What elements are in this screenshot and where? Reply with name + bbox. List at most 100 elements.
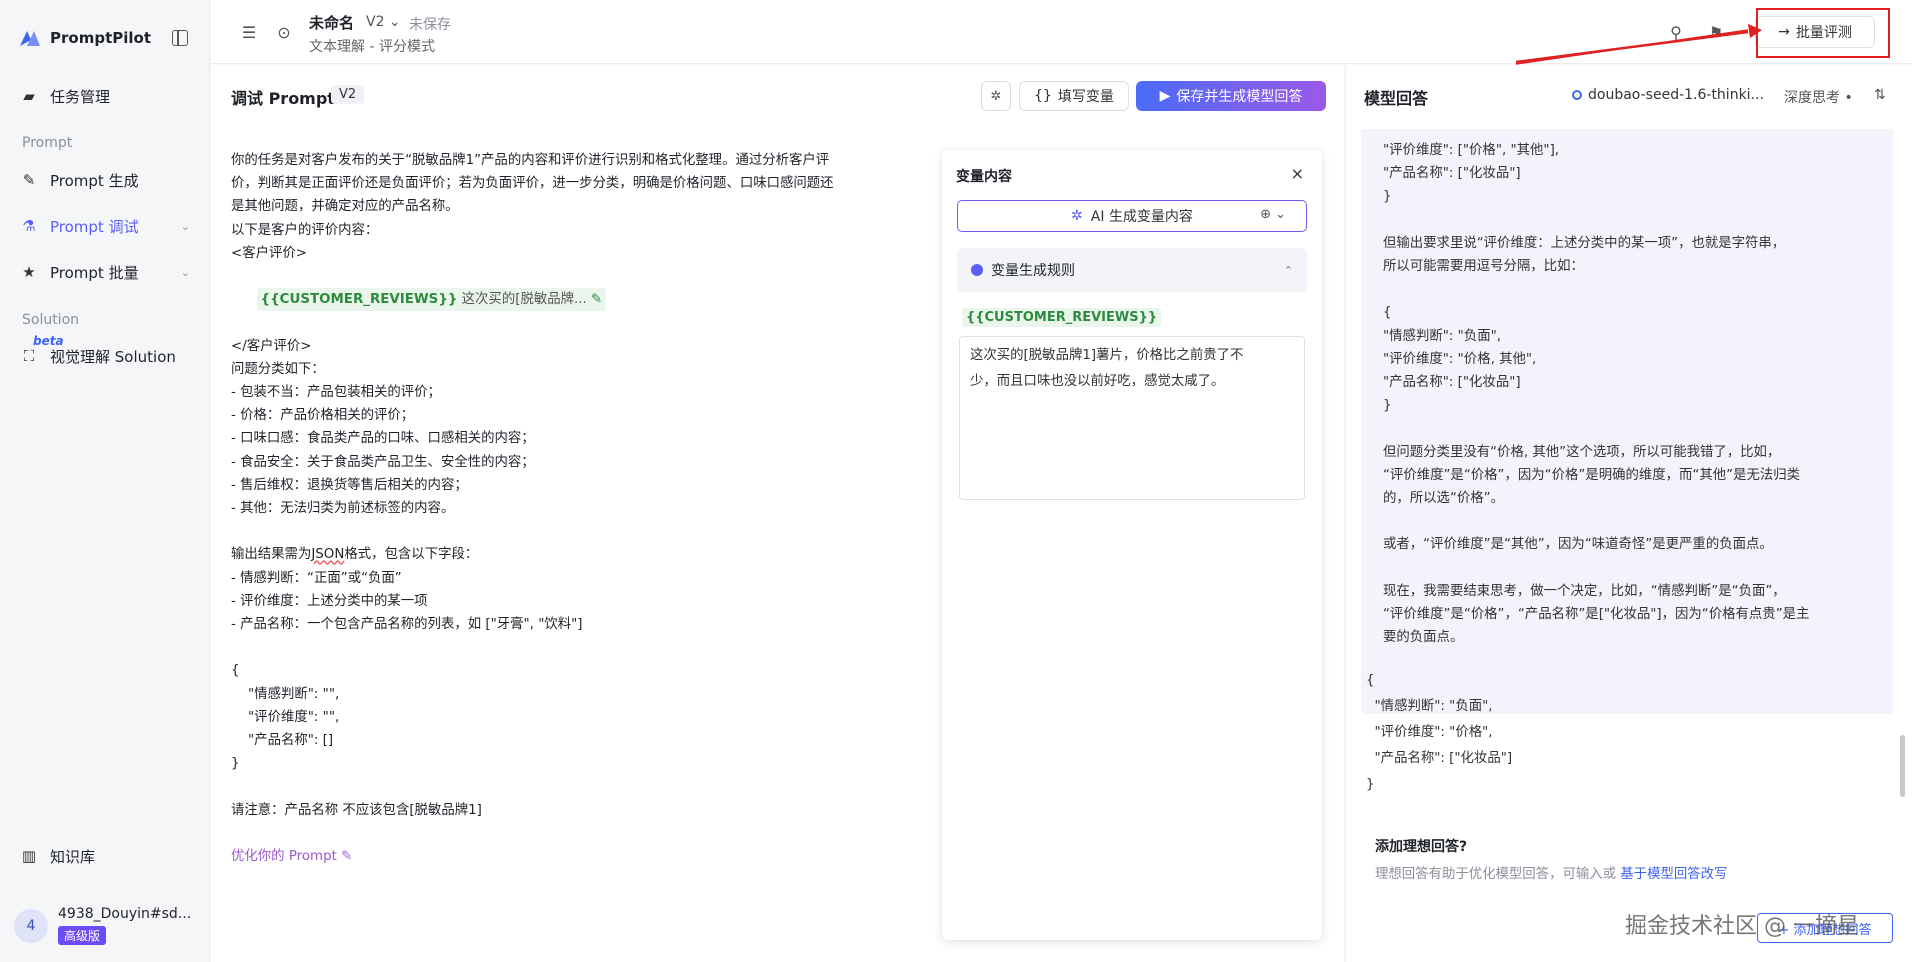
sparkle-icon[interactable]: ✲: [981, 81, 1011, 111]
doc-subtitle: 文本理解 - 评分模式: [309, 39, 435, 55]
fill-variables-button[interactable]: {} 填写变量: [1019, 81, 1129, 111]
thinking-line: 要的负面点。: [1383, 630, 1464, 646]
prompt-line: {{CUSTOMER_REVIEWS}} 这次买的[脱敏品牌... ✎: [231, 265, 953, 335]
sidebar-item-prompt-batch[interactable]: ★ Prompt 批量 ⌄: [20, 256, 190, 288]
sidebar-item-prompt-debug[interactable]: ⚗ Prompt 调试 ⌄: [20, 210, 190, 242]
answer-line: "评价维度": "价格",: [1366, 725, 1493, 740]
prompt-line: 问题分类如下：: [231, 361, 325, 377]
annotation-highlight-box: [1756, 8, 1890, 58]
prompt-textarea[interactable]: 你的任务是对客户发布的关于“脱敏品牌1”产品的内容和评价进行识别和格式化整理。通…: [231, 149, 953, 868]
prompt-line: - 情感判断：“正面”或“负面”: [231, 570, 402, 586]
globe-icon[interactable]: ⊕ ⌄: [1260, 207, 1286, 222]
fill-variables-label: 填写变量: [1057, 89, 1114, 105]
rewrite-from-answer-link[interactable]: 基于模型回答改写: [1620, 867, 1727, 882]
user-name: 4938_Douyin#sd...: [58, 906, 192, 922]
prompt-line: - 口味口感：食品类产品的口味、口感相关的内容；: [231, 431, 535, 447]
plan-badge: 高级版: [58, 926, 107, 945]
prompt-line: {: [231, 663, 240, 679]
thinking-line: 或者，“评价维度”是“其他”，因为“味道奇怪”是更严重的负面点。: [1383, 537, 1773, 553]
logo[interactable]: PromptPilot: [18, 26, 151, 50]
variable-rule-toggle[interactable]: 变量生成规则 ⌃: [957, 248, 1307, 292]
spellcheck-word: JSON: [311, 547, 345, 563]
variable-name: {{CUSTOMER_REVIEWS}}: [260, 292, 458, 308]
prompt-line: [231, 822, 953, 845]
variable-chip[interactable]: {{CUSTOMER_REVIEWS}} 这次买的[脱敏品牌... ✎: [256, 288, 607, 312]
thinking-line: "评价维度": "价格, 其他",: [1383, 351, 1537, 367]
save-and-generate-button[interactable]: ▶ 保存并生成模型回答: [1136, 81, 1326, 111]
thinking-line: “评价维度”是“价格”，“产品名称”是["化妆品"]，因为“价格有点贵”是主: [1383, 607, 1810, 623]
prompt-line: - 包装不当：产品包装相关的评价；: [231, 385, 441, 401]
prompt-editor-panel: 调试 Prompt V2 ✲ {} 填写变量 ▶ 保存并生成模型回答 你的任务是…: [211, 65, 1344, 962]
chevron-down-icon: ⌄: [180, 219, 190, 233]
sidebar-item-task-management[interactable]: ▰ 任务管理: [20, 80, 190, 112]
sidebar-item-knowledge-base[interactable]: ▥ 知识库: [20, 840, 190, 872]
watermark: 掘金技术社区 @ 一摘星: [1625, 914, 1859, 939]
flask-icon: ⚗: [22, 217, 36, 235]
model-selector[interactable]: doubao-seed-1.6-thinki...: [1572, 87, 1764, 103]
version-selector[interactable]: V2 ⌄: [366, 14, 401, 30]
prompt-line: }: [231, 756, 240, 772]
prompt-line: 以下是客户的评价内容：: [231, 222, 379, 238]
version-label: V2: [366, 14, 385, 30]
sidebar-item-prompt-generate[interactable]: ✎ Prompt 生成: [20, 164, 190, 196]
prompt-line: </客户评价>: [231, 338, 312, 354]
sidebar: PromptPilot ▰ 任务管理 Prompt ✎ Prompt 生成 ⚗ …: [0, 0, 210, 962]
section-label-prompt: Prompt: [22, 135, 73, 151]
chevron-down-icon: ⌄: [180, 265, 190, 279]
sidebar-item-visual-solution[interactable]: ⛶ 视觉理解 Solution: [20, 340, 190, 372]
thinking-line: [1383, 510, 1873, 533]
thinking-box: "评价维度": ["价格", "其他"], "产品名称": ["化妆品"] } …: [1361, 129, 1893, 714]
thinking-line: “评价维度”是“价格”，因为“价格”是明确的维度，而“其他”是无法归类: [1383, 467, 1801, 483]
scrollbar[interactable]: [1900, 735, 1905, 797]
prompt-text-segment: 格式，包含以下字段：: [344, 547, 479, 563]
settings-icon[interactable]: ⇅: [1874, 87, 1886, 103]
close-icon[interactable]: ×: [1291, 164, 1304, 183]
promptpilot-logo-icon: [20, 31, 40, 46]
wand-icon: ✎: [22, 171, 36, 189]
prompt-line: <客户评价>: [231, 245, 308, 261]
editor-title: 调试 Prompt: [231, 89, 335, 108]
variable-value-textarea[interactable]: 这次买的[脱敏品牌1]薯片，价格比之前贵了不 少，而且口味也没以前好吃，感觉太咸…: [959, 336, 1305, 500]
sidebar-item-label: 知识库: [50, 847, 96, 866]
star-icon: ★: [22, 263, 36, 281]
doc-title[interactable]: 未命名: [309, 12, 354, 33]
model-name: doubao-seed-1.6-thinki...: [1588, 87, 1764, 103]
thinking-line: [1383, 557, 1873, 580]
user-profile[interactable]: 4 4938_Douyin#sd... 高级版: [14, 906, 191, 945]
variable-panel-title: 变量内容: [956, 169, 1012, 185]
thinking-line: "情感判断": "负面",: [1383, 328, 1502, 344]
variable-panel: 变量内容 × ✲ AI 生成变量内容 ⊕ ⌄ 变量生成规则 ⌃ {{CUSTOM…: [942, 150, 1322, 940]
thinking-line: 现在，我需要结束思考，做一个决定，比如，“情感判断”是“负面”，: [1383, 583, 1786, 599]
ai-generate-variable-button[interactable]: ✲ AI 生成变量内容 ⊕ ⌄: [957, 200, 1307, 232]
save-and-generate-label: 保存并生成模型回答: [1176, 89, 1303, 105]
version-tag: V2: [331, 85, 365, 104]
sidebar-item-label: Prompt 批量: [50, 263, 139, 282]
thinking-line: [1383, 417, 1873, 440]
thinking-line: {: [1383, 305, 1392, 321]
thinking-line: }: [1383, 189, 1392, 205]
sparkle-icon: ✲: [1071, 208, 1083, 224]
thinking-line: 但问题分类里没有“价格, 其他”这个选项，所以可能我错了，比如，: [1383, 444, 1781, 460]
sidebar-collapse-icon[interactable]: [172, 30, 188, 46]
answer-content: { "情感判断": "负面", "评价维度": "价格", "产品名称": ["…: [1366, 668, 1512, 798]
avatar: 4: [14, 908, 48, 943]
prompt-line: "情感判断": "",: [231, 686, 340, 702]
prompt-line: - 售后维权：退换货等售后相关的内容；: [231, 477, 468, 493]
prompt-line: [231, 520, 953, 543]
prompt-line: - 评价维度：上述分类中的某一项: [231, 593, 428, 609]
sidebar-item-label: Prompt 调试: [50, 217, 139, 236]
history-icon[interactable]: ⊙: [274, 22, 294, 42]
variable-preview: 这次买的[脱敏品牌...: [461, 292, 587, 308]
prompt-line: 输出结果需为JSON格式，包含以下字段：: [231, 543, 953, 566]
prompt-line: - 食品安全：关于食品类产品卫生、安全性的内容；: [231, 454, 535, 470]
prompt-line: - 其他：无法归类为前述标签的内容。: [231, 501, 455, 517]
menu-icon[interactable]: ☰: [239, 22, 259, 42]
optimize-prompt-link[interactable]: 优化你的 Prompt ✎: [231, 845, 953, 868]
answer-line: "情感判断": "负面",: [1366, 699, 1493, 714]
deep-think-toggle[interactable]: 深度思考 •: [1784, 87, 1853, 107]
edit-icon[interactable]: ✎: [591, 292, 602, 307]
prompt-line: - 价格：产品价格相关的评价；: [231, 408, 415, 424]
variable-name-chip: {{CUSTOMER_REVIEWS}}: [962, 308, 1162, 327]
book-icon: ▥: [21, 847, 37, 865]
thinking-line: [1383, 278, 1873, 301]
